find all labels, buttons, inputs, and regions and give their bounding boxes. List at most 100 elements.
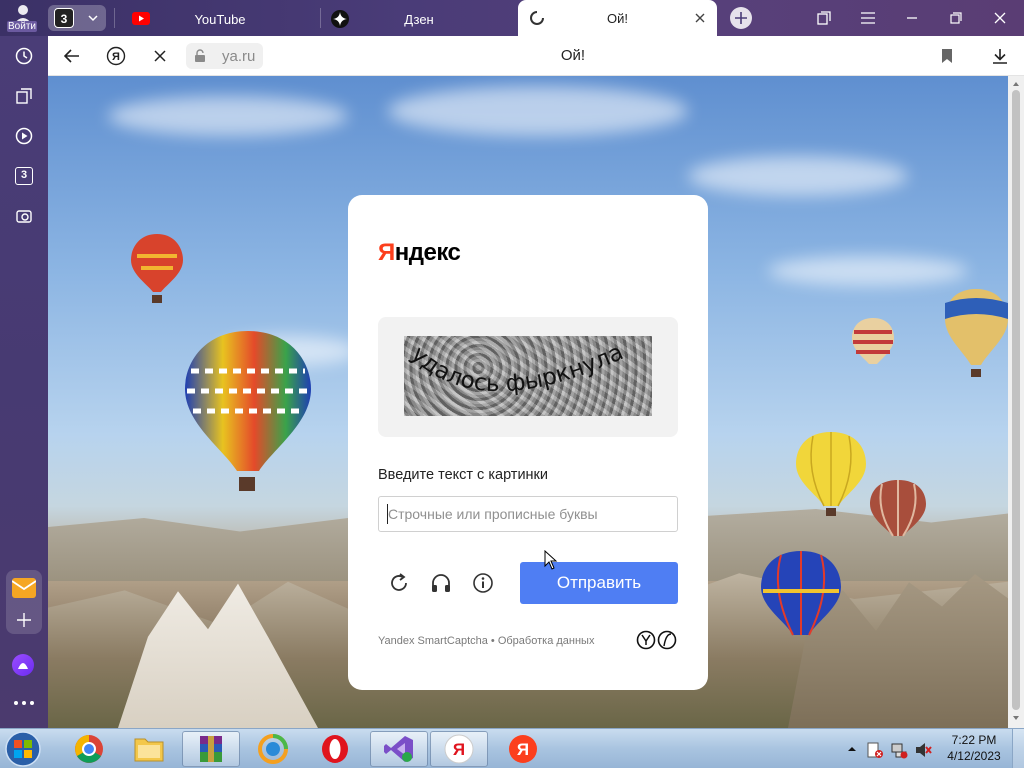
plus-icon[interactable] bbox=[16, 612, 32, 628]
chevron-down-icon bbox=[88, 15, 98, 22]
text-caret bbox=[387, 504, 388, 524]
bookmark-button[interactable] bbox=[931, 40, 963, 72]
more-button[interactable] bbox=[12, 696, 36, 708]
tab-youtube[interactable]: YouTube bbox=[122, 2, 318, 36]
windows-taskbar: Я Я 7:22 PM 4/12/2023 bbox=[0, 728, 1024, 768]
svg-text:Я: Я bbox=[453, 740, 465, 759]
alice-button[interactable] bbox=[12, 654, 34, 676]
tab-dzen[interactable]: Дзен bbox=[322, 2, 516, 36]
info-button[interactable] bbox=[470, 570, 496, 596]
address-bar: Я ya.ru Ой! bbox=[48, 36, 1024, 76]
sidebar-badge: 3 bbox=[15, 167, 33, 185]
yandex-browser-icon: Я bbox=[444, 734, 474, 764]
footer-separator: • bbox=[487, 635, 498, 647]
refresh-icon bbox=[391, 573, 407, 591]
tray-expand-icon[interactable] bbox=[846, 744, 858, 754]
taskbar-clock[interactable]: 7:22 PM 4/12/2023 bbox=[940, 732, 1008, 764]
camera-icon bbox=[16, 210, 32, 223]
file-explorer-icon bbox=[134, 738, 164, 762]
tab-group-sidebar-button[interactable]: 3 bbox=[8, 160, 40, 192]
volume-muted-icon[interactable] bbox=[914, 741, 932, 759]
taskbar-yandex-browser[interactable]: Я bbox=[430, 731, 488, 767]
downloads-button[interactable] bbox=[984, 40, 1016, 72]
clock-icon bbox=[15, 47, 33, 65]
yandex-icon: Я bbox=[509, 735, 537, 763]
scroll-up-icon[interactable] bbox=[1008, 78, 1024, 90]
restore-button[interactable] bbox=[934, 0, 978, 36]
new-tab-button[interactable] bbox=[730, 7, 752, 29]
scroll-down-icon[interactable] bbox=[1008, 712, 1024, 724]
app-icon bbox=[258, 734, 288, 764]
windows-start-icon bbox=[5, 731, 41, 767]
clock-time: 7:22 PM bbox=[951, 733, 997, 747]
alice-icon bbox=[18, 663, 28, 669]
close-icon bbox=[994, 12, 1006, 24]
tab-group-button[interactable]: 3 bbox=[48, 5, 106, 31]
menu-button[interactable] bbox=[846, 0, 890, 36]
tab-title: Ой! bbox=[607, 11, 628, 26]
taskbar-app[interactable] bbox=[244, 731, 302, 767]
refresh-captcha-button[interactable] bbox=[386, 570, 412, 596]
download-icon bbox=[993, 49, 1007, 64]
tab-group-count: 3 bbox=[54, 8, 74, 28]
captcha-text: удалось фыркнула bbox=[406, 339, 627, 397]
captcha-image: удалось фыркнула bbox=[404, 336, 652, 416]
svg-text:удалось фыркнула: удалось фыркнула bbox=[406, 339, 627, 397]
audio-captcha-button[interactable] bbox=[428, 570, 454, 596]
clock-date: 4/12/2023 bbox=[947, 749, 1001, 763]
collections-icon bbox=[16, 88, 32, 104]
network-icon[interactable] bbox=[890, 741, 908, 759]
tab-active[interactable]: Ой! bbox=[518, 0, 717, 36]
chrome-icon bbox=[75, 735, 103, 763]
close-tab-icon[interactable] bbox=[694, 12, 706, 24]
captcha-image-box: удалось фыркнула bbox=[378, 317, 678, 437]
page-scrollbar[interactable] bbox=[1008, 76, 1024, 728]
headphones-icon bbox=[432, 574, 450, 592]
hot-air-balloon-image bbox=[185, 331, 311, 491]
page-viewport: Яндекс удалось фыркнула Введите текст с … bbox=[48, 76, 1008, 728]
captcha-prompt: Введите текст с картинки bbox=[378, 467, 548, 483]
browser-sidebar: 3 bbox=[0, 36, 48, 728]
smartcaptcha-brand[interactable]: Yandex SmartCaptcha bbox=[378, 635, 488, 647]
winrar-icon bbox=[200, 736, 222, 762]
taskbar-chrome[interactable] bbox=[60, 731, 118, 767]
svg-text:Я: Я bbox=[517, 740, 529, 759]
captcha-text-input[interactable] bbox=[378, 496, 678, 532]
yandex-logo: Яндекс bbox=[378, 239, 461, 267]
taskbar-opera[interactable] bbox=[306, 731, 364, 767]
start-button[interactable] bbox=[4, 730, 48, 768]
taskbar-visual-studio[interactable] bbox=[370, 731, 428, 767]
tab-title: Дзен bbox=[404, 11, 434, 27]
scroll-thumb[interactable] bbox=[1012, 90, 1020, 710]
hot-air-balloon-image bbox=[131, 234, 183, 303]
hot-air-balloon-image bbox=[852, 318, 894, 364]
info-icon bbox=[473, 573, 493, 593]
yandex-logo-rest: ндекс bbox=[394, 239, 461, 266]
close-window-button[interactable] bbox=[978, 0, 1022, 36]
captcha-footer: Yandex SmartCaptcha • Обработка данных bbox=[378, 635, 594, 647]
hot-air-balloon-image bbox=[945, 289, 1008, 377]
show-desktop-button[interactable] bbox=[1012, 729, 1024, 768]
mail-button[interactable] bbox=[6, 570, 42, 634]
hamburger-icon bbox=[861, 12, 875, 24]
profile-label: Войти bbox=[7, 21, 37, 32]
data-processing-link[interactable]: Обработка данных bbox=[498, 635, 595, 647]
taskbar-file-explorer[interactable] bbox=[120, 731, 178, 767]
collections-button[interactable] bbox=[802, 0, 846, 36]
collections-sidebar-button[interactable] bbox=[8, 80, 40, 112]
hot-air-balloon-image bbox=[796, 432, 866, 516]
video-button[interactable] bbox=[8, 120, 40, 152]
tab-title: YouTube bbox=[194, 11, 246, 27]
history-button[interactable] bbox=[8, 40, 40, 72]
mail-icon bbox=[12, 578, 36, 598]
opera-icon bbox=[322, 735, 348, 763]
minimize-icon bbox=[907, 17, 917, 19]
taskbar-yandex[interactable]: Я bbox=[494, 731, 552, 767]
taskbar-winrar[interactable] bbox=[182, 731, 240, 767]
restore-icon bbox=[950, 12, 962, 24]
profile-button[interactable]: Войти bbox=[4, 2, 42, 34]
minimize-button[interactable] bbox=[890, 0, 934, 36]
more-dots-icon bbox=[14, 701, 34, 705]
screenshot-button[interactable] bbox=[8, 200, 40, 232]
action-center-icon[interactable] bbox=[866, 741, 884, 759]
